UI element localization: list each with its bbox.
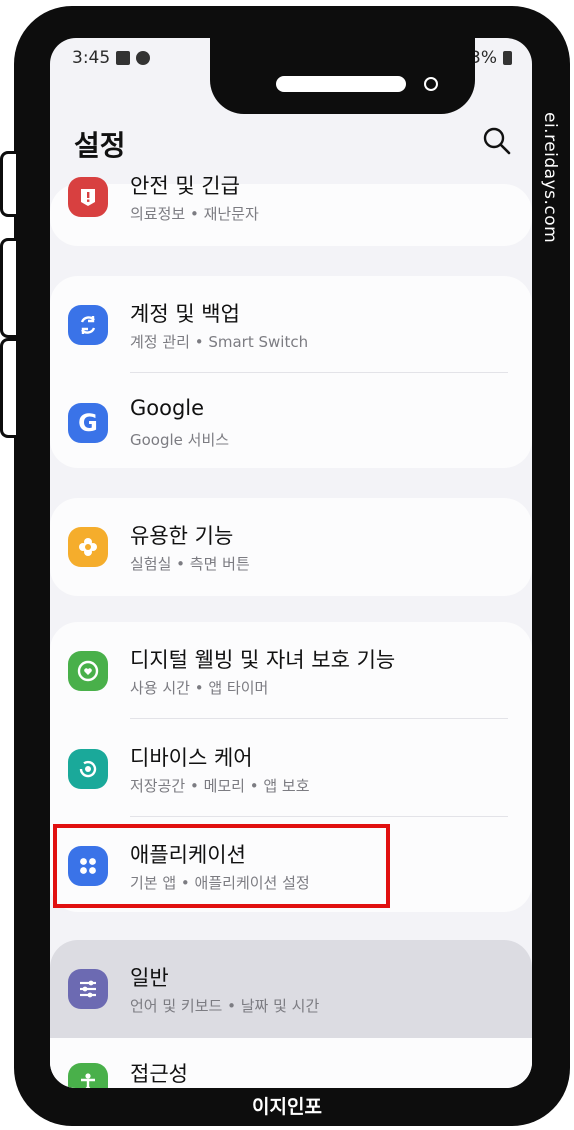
status-time: 3:45 — [72, 48, 111, 68]
item-subtitle: 저장공간 • 메모리 • 앱 보호 — [130, 777, 310, 795]
item-subtitle: 실험실 • 측면 버튼 — [130, 555, 250, 573]
watermark-bottom: 이지인포 — [252, 1096, 322, 1118]
highlight-annotation — [53, 824, 390, 908]
item-title: 디바이스 케어 — [130, 746, 253, 770]
volume-up-button — [0, 238, 16, 338]
item-title: 안전 및 긴급 — [130, 174, 240, 198]
settings-item-safety[interactable]: 안전 및 긴급 의료정보 • 재난문자 — [50, 148, 532, 246]
accessibility-icon — [68, 1063, 108, 1088]
heart-circle-icon — [68, 651, 108, 691]
device-care-icon — [68, 749, 108, 789]
battery-icon — [503, 51, 512, 65]
side-button — [0, 151, 16, 217]
item-title: 디지털 웰빙 및 자녀 보호 기능 — [130, 648, 396, 672]
google-icon: G — [68, 403, 108, 443]
speaker-pill — [276, 76, 406, 92]
settings-card-accounts: 계정 및 백업 계정 관리 • Smart Switch G Google Go… — [50, 276, 532, 468]
phone-screen: 3:45 HD 93% 설정 안전 및 긴급 의료정보 • 재난문자 — [50, 38, 532, 1088]
settings-card-general: 일반 언어 및 키보드 • 날짜 및 시간 접근성 — [50, 940, 532, 1088]
item-subtitle: Google 서비스 — [130, 431, 230, 449]
item-title: 계정 및 백업 — [130, 302, 240, 326]
item-title: 접근성 — [130, 1062, 188, 1086]
item-title: 유용한 기능 — [130, 524, 234, 548]
settings-item-accessibility[interactable]: 접근성 — [50, 1038, 532, 1088]
item-subtitle: 의료정보 • 재난문자 — [130, 205, 259, 223]
divider — [130, 718, 508, 719]
camera-icon — [424, 77, 438, 91]
settings-card-safety: 안전 및 긴급 의료정보 • 재난문자 — [50, 174, 532, 246]
item-subtitle: 언어 및 키보드 • 날짜 및 시간 — [130, 997, 320, 1015]
settings-item-accounts-backup[interactable]: 계정 및 백업 계정 관리 • Smart Switch — [50, 276, 532, 374]
item-subtitle: 사용 시간 • 앱 타이머 — [130, 679, 269, 697]
settings-item-advanced-features[interactable]: 유용한 기능 실험실 • 측면 버튼 — [50, 498, 532, 596]
status-bar-left: 3:45 — [72, 48, 151, 68]
sync-icon — [68, 305, 108, 345]
volume-down-button — [0, 338, 16, 438]
alert-icon — [68, 177, 108, 217]
divider — [130, 372, 508, 373]
sliders-icon — [68, 969, 108, 1009]
settings-item-google[interactable]: G Google Google 서비스 — [50, 374, 532, 472]
notch — [210, 38, 475, 114]
settings-item-device-care[interactable]: 디바이스 케어 저장공간 • 메모리 • 앱 보호 — [50, 720, 532, 818]
item-title: 일반 — [130, 966, 169, 990]
settings-card-features: 유용한 기능 실험실 • 측면 버튼 — [50, 498, 532, 596]
watermark-side: ei.reidays.com — [540, 112, 564, 262]
flower-icon — [68, 527, 108, 567]
settings-item-general[interactable]: 일반 언어 및 키보드 • 날짜 및 시간 — [50, 940, 532, 1038]
settings-item-digital-wellbeing[interactable]: 디지털 웰빙 및 자녀 보호 기능 사용 시간 • 앱 타이머 — [50, 622, 532, 720]
watermark-side-text: ei.reidays.com — [540, 112, 560, 244]
item-subtitle: 계정 관리 • Smart Switch — [130, 333, 309, 351]
item-title: Google — [130, 396, 205, 420]
talk-icon — [136, 51, 151, 65]
gallery-icon — [116, 51, 131, 65]
